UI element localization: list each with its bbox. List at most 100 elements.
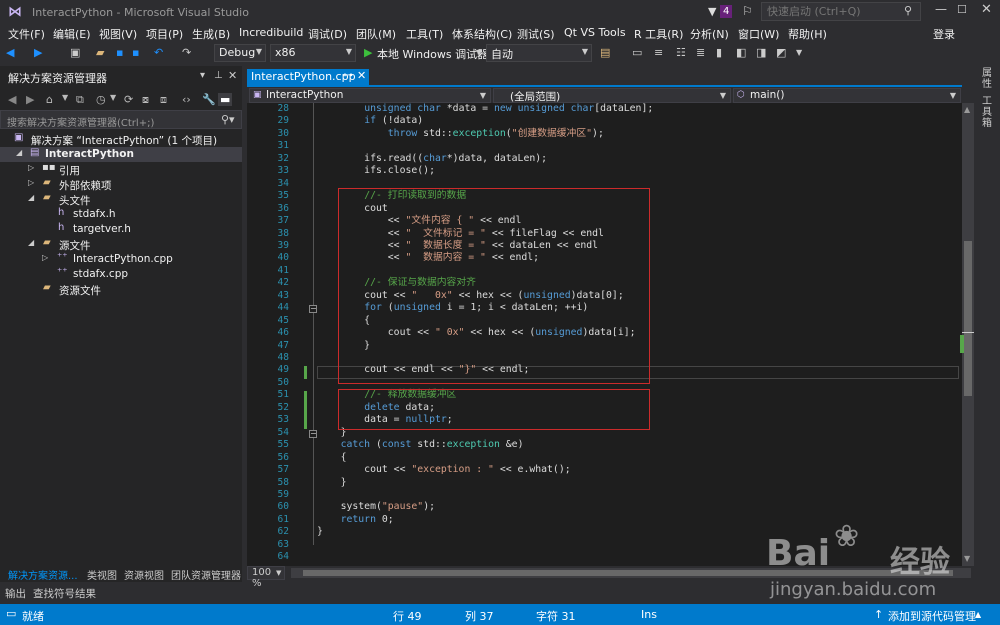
home-icon[interactable]: ⌂ xyxy=(46,93,53,106)
collapse-icon[interactable]: − xyxy=(309,305,317,313)
next-bookmark-icon[interactable]: ◨ xyxy=(756,46,766,59)
menu-file[interactable]: 文件(F) xyxy=(8,26,45,42)
menu-architecture[interactable]: 体系结构(C) xyxy=(452,26,512,42)
member-select[interactable]: ⬡ main() ▼ xyxy=(733,88,961,103)
scroll-down-icon[interactable]: ▼ xyxy=(964,554,970,563)
menu-project[interactable]: 项目(P) xyxy=(146,26,183,42)
collapse-icon[interactable]: − xyxy=(309,430,317,438)
search-icon[interactable]: ⚲ xyxy=(904,4,912,17)
tab-toolbox[interactable]: 工具箱 xyxy=(982,96,994,129)
tree-item-references[interactable]: ▷ ▪▪ 引用 xyxy=(0,162,242,177)
open-folder-icon[interactable]: ▰ xyxy=(96,46,104,59)
expanded-arrow-icon[interactable]: ◢ xyxy=(16,148,22,157)
menu-analyze[interactable]: 分析(N) xyxy=(690,26,729,42)
menu-view[interactable]: 视图(V) xyxy=(99,26,137,42)
pin-icon[interactable]: ⊶ xyxy=(343,70,353,81)
collapsed-arrow-icon[interactable]: ▷ xyxy=(42,253,48,262)
clear-bookmarks-icon[interactable]: ◩ xyxy=(776,46,786,59)
tab-interactpython-cpp[interactable]: InteractPython.cpp ⊶ ✕ xyxy=(247,69,369,85)
tree-item-external-deps[interactable]: ▷ ▰ 外部依赖项 xyxy=(0,177,242,192)
undo-icon[interactable]: ↶ xyxy=(154,46,163,59)
minimize-icon[interactable]: — xyxy=(935,2,947,16)
close-icon[interactable]: ✕ xyxy=(357,69,366,82)
menu-test[interactable]: 测试(S) xyxy=(517,26,555,42)
tree-item-resource-files[interactable]: ▰ 资源文件 xyxy=(0,282,242,297)
scrollbar-thumb[interactable] xyxy=(964,241,972,396)
notification-count-badge[interactable]: 4 xyxy=(720,5,733,18)
menu-incredibuild[interactable]: Incredibuild xyxy=(239,26,303,39)
refresh-icon[interactable]: ⟳ xyxy=(124,93,133,106)
properties-icon[interactable]: 🔧 xyxy=(202,93,216,106)
forward-icon[interactable]: ▶ xyxy=(34,46,42,59)
expanded-arrow-icon[interactable]: ◢ xyxy=(28,238,34,247)
format-icon[interactable]: ☷ xyxy=(676,46,686,59)
add-to-source-control-button[interactable]: 添加到源代码管理 xyxy=(888,608,976,624)
global-scope-select[interactable]: (全局范围) ▼ xyxy=(493,88,731,103)
close-icon[interactable]: ✕ xyxy=(228,69,237,82)
tree-item-source-files[interactable]: ◢ ▰ 源文件 xyxy=(0,237,242,252)
tree-item-solution[interactable]: ▣ 解决方案 “InteractPython” (1 个项目) xyxy=(0,132,242,147)
preview-selected-icon[interactable]: ▬ xyxy=(218,93,233,106)
switch-views-icon[interactable]: ⧉ xyxy=(76,93,84,107)
solution-search-input[interactable]: 搜索解决方案资源管理器(Ctrl+;) ⚲▾ xyxy=(0,110,242,129)
collapsed-arrow-icon[interactable]: ▷ xyxy=(28,178,34,187)
tree-item-header-files[interactable]: ◢ ▰ 头文件 xyxy=(0,192,242,207)
solution-config-select[interactable]: Debug ▼ xyxy=(214,44,266,62)
menu-tools[interactable]: 工具(T) xyxy=(406,26,443,42)
maximize-icon[interactable]: ☐ xyxy=(957,3,967,16)
menu-build[interactable]: 生成(B) xyxy=(192,26,230,42)
save-all-icon[interactable]: ▪ xyxy=(132,46,139,59)
tab-team-explorer[interactable]: 团队资源管理器 xyxy=(171,567,241,582)
redo-icon[interactable]: ↷ xyxy=(182,46,191,59)
view-code-icon[interactable]: ‹› xyxy=(182,93,191,106)
collapse-all-icon[interactable]: ⧇ xyxy=(142,93,149,107)
pin-icon[interactable]: ⊥ xyxy=(214,70,223,81)
prev-bookmark-icon[interactable]: ◧ xyxy=(736,46,746,59)
tree-item-interactpython-cpp[interactable]: ▷ ⁺⁺ InteractPython.cpp xyxy=(0,252,242,267)
back-icon[interactable]: ◀ xyxy=(6,46,14,59)
forward-icon[interactable]: ▶ xyxy=(26,93,34,106)
quick-launch-input[interactable] xyxy=(761,2,921,21)
chevron-down-icon[interactable]: ▼ xyxy=(476,48,482,57)
close-icon[interactable]: ✕ xyxy=(981,2,992,17)
chevron-down-icon[interactable]: ▼ xyxy=(796,48,802,57)
menu-window[interactable]: 窗口(W) xyxy=(738,26,779,42)
tab-solution-explorer[interactable]: 解决方案资源... xyxy=(8,567,78,582)
auto-select[interactable]: 自动 ▼ xyxy=(486,44,592,62)
chevron-up-icon[interactable]: ▲ xyxy=(975,610,981,619)
project-scope-select[interactable]: ▣ InteractPython ▼ xyxy=(249,88,491,103)
tree-item-stdafx-cpp[interactable]: ⁺⁺ stdafx.cpp xyxy=(0,267,242,282)
code-editor[interactable]: 28 29 30 31 32 33 34 35 36 37 38 39 40 41 42 43 44 45 46 47… xyxy=(247,103,962,566)
tab-find-symbol-results[interactable]: 查找符号结果 xyxy=(33,586,96,601)
play-icon[interactable]: ▶ xyxy=(364,46,372,59)
platform-select[interactable]: x86 ▼ xyxy=(270,44,356,62)
horizontal-scrollbar[interactable] xyxy=(291,568,971,578)
tab-resource-view[interactable]: 资源视图 xyxy=(124,567,164,582)
save-icon[interactable]: ▪ xyxy=(116,46,123,59)
search-icon[interactable]: ⚲▾ xyxy=(221,113,235,126)
chevron-down-icon[interactable]: ▼ xyxy=(62,93,68,102)
show-all-files-icon[interactable]: ⧈ xyxy=(160,93,167,107)
tab-class-view[interactable]: 类视图 xyxy=(87,567,117,582)
chevron-down-icon[interactable]: ▼ xyxy=(110,93,116,102)
arrow-up-icon[interactable]: ↑ xyxy=(874,608,883,621)
menu-edit[interactable]: 编辑(E) xyxy=(53,26,91,42)
collapsed-arrow-icon[interactable]: ▷ xyxy=(28,163,34,172)
scrollbar-thumb[interactable] xyxy=(303,570,953,576)
login-link[interactable]: 登录 xyxy=(933,26,955,42)
tree-item-stdafx-h[interactable]: h stdafx.h xyxy=(0,207,242,222)
menu-help[interactable]: 帮助(H) xyxy=(788,26,827,42)
indent-icon[interactable]: ≡ xyxy=(654,46,663,59)
tree-item-targetver-h[interactable]: h targetver.h xyxy=(0,222,242,237)
menu-qt-vs-tools[interactable]: Qt VS Tools xyxy=(564,26,626,39)
menu-r-tools[interactable]: R 工具(R) xyxy=(634,26,683,42)
outdent-icon[interactable]: ≣ xyxy=(696,46,705,59)
menu-team[interactable]: 团队(M) xyxy=(356,26,396,42)
bookmark-icon[interactable]: ▮ xyxy=(716,46,722,59)
feedback-icon[interactable]: ⚐ xyxy=(742,4,753,18)
back-icon[interactable]: ◀ xyxy=(8,93,16,106)
expanded-arrow-icon[interactable]: ◢ xyxy=(28,193,34,202)
notification-flag-icon[interactable]: ▼ xyxy=(708,5,716,18)
folder-view-icon[interactable]: ▤ xyxy=(600,46,610,59)
dropdown-icon[interactable]: ▾ xyxy=(200,70,205,81)
